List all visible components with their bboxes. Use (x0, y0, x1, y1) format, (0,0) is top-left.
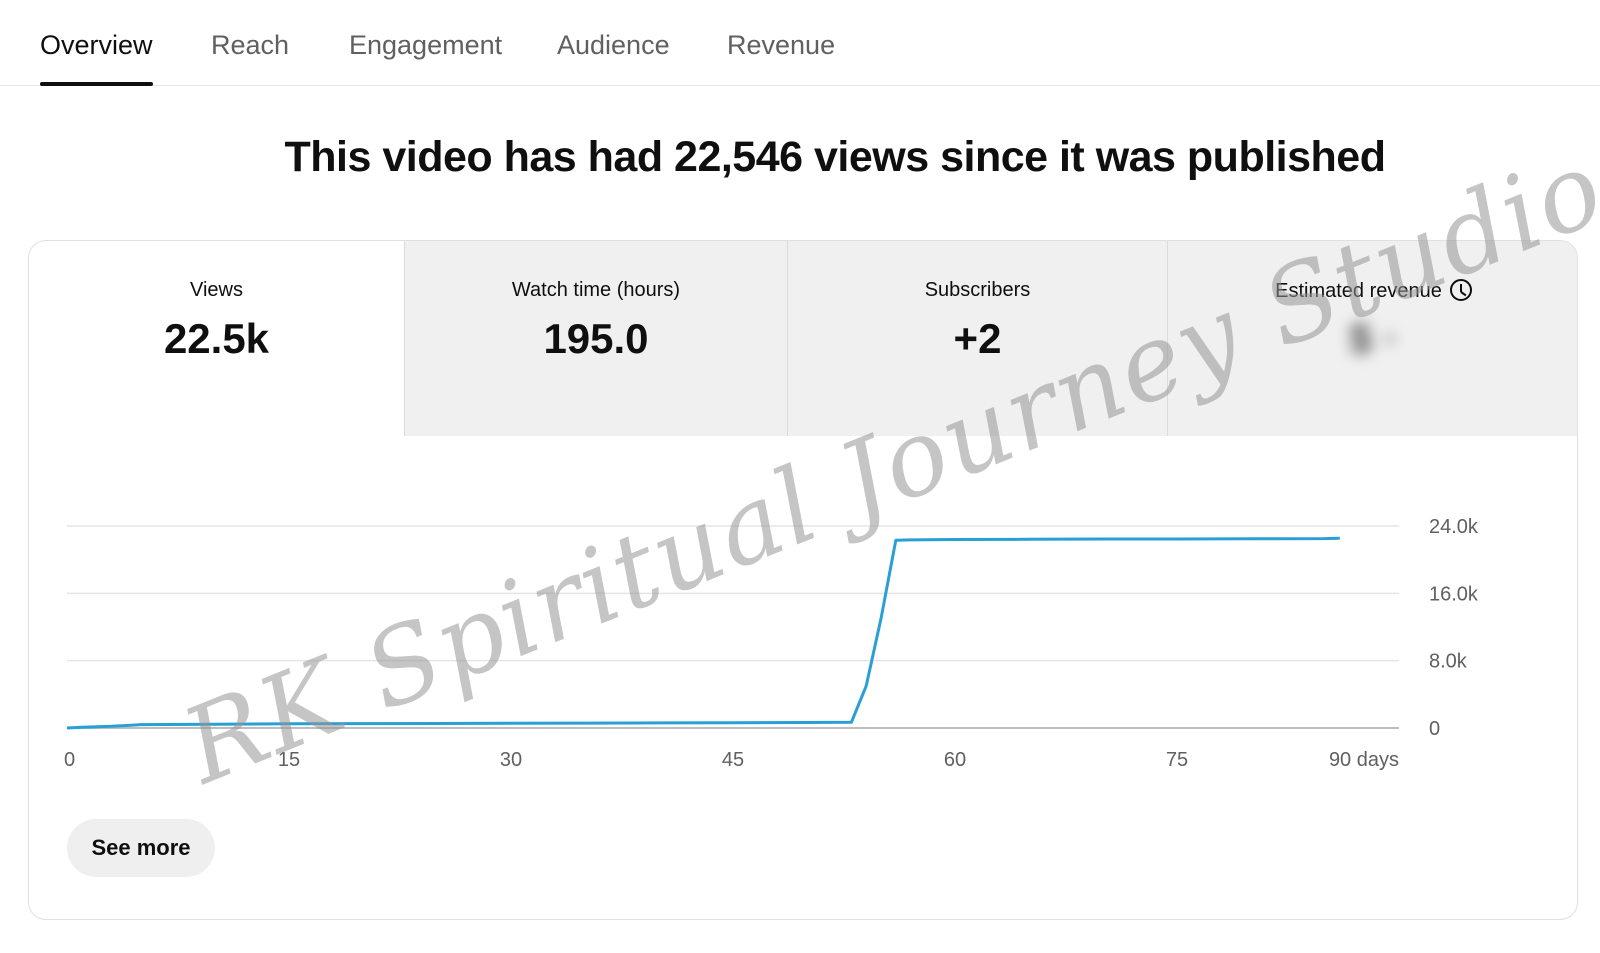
y-tick-label: 16.0k (1429, 583, 1479, 605)
metric-tabs: Views 22.5k Watch time (hours) 195.0 Sub… (29, 241, 1577, 436)
tab-engagement[interactable]: Engagement (349, 30, 502, 86)
tab-audience[interactable]: Audience (557, 30, 670, 86)
views-series-line (66, 536, 1340, 730)
clock-icon[interactable] (1449, 279, 1472, 301)
x-tick-label: 0 (64, 749, 75, 771)
x-tick-label: 30 (500, 749, 522, 771)
y-tick-label: 0 (1429, 718, 1440, 740)
x-tick-label: 60 (944, 749, 966, 771)
metric-label: Subscribers (924, 279, 1031, 301)
metric-value: 195.0 (543, 315, 649, 362)
metric-label: Estimated revenue (1168, 279, 1577, 303)
tab-revenue[interactable]: Revenue (727, 30, 835, 86)
metric-value: +2 (953, 315, 1002, 362)
x-tick-label: 90 days (1329, 749, 1399, 771)
page-title: This video has had 22,546 views since it… (284, 133, 1386, 181)
x-tick-label: 75 (1166, 749, 1188, 771)
tab-bar: Overview Reach Engagement Audience Reven… (0, 0, 1600, 86)
metric-estimated-revenue[interactable]: Estimated revenue $ · (1167, 241, 1577, 436)
metric-label-text: Estimated revenue (1275, 280, 1442, 302)
x-tick-label: 15 (278, 749, 300, 771)
x-tick-label: 45 (722, 749, 744, 771)
metric-value-hidden: $ · (1348, 315, 1398, 362)
metric-value: 22.5k (163, 315, 270, 362)
views-line-chart: 0 8.0k 16.0k 24.0k 0 15 30 45 60 75 90 days (64, 516, 1479, 771)
metric-views[interactable]: Views 22.5k (29, 241, 404, 436)
metric-watch-time[interactable]: Watch time (hours) 195.0 (404, 241, 787, 436)
metric-label: Watch time (hours) (511, 279, 681, 301)
tab-reach[interactable]: Reach (211, 30, 289, 86)
see-more-button[interactable]: See more (67, 819, 215, 877)
analytics-card: Views 22.5k Watch time (hours) 195.0 Sub… (28, 240, 1578, 920)
tab-overview[interactable]: Overview (40, 30, 153, 86)
y-tick-label: 8.0k (1429, 651, 1468, 673)
metric-label: Views (190, 279, 243, 301)
metric-subscribers[interactable]: Subscribers +2 (787, 241, 1167, 436)
y-tick-label: 24.0k (1429, 516, 1479, 538)
